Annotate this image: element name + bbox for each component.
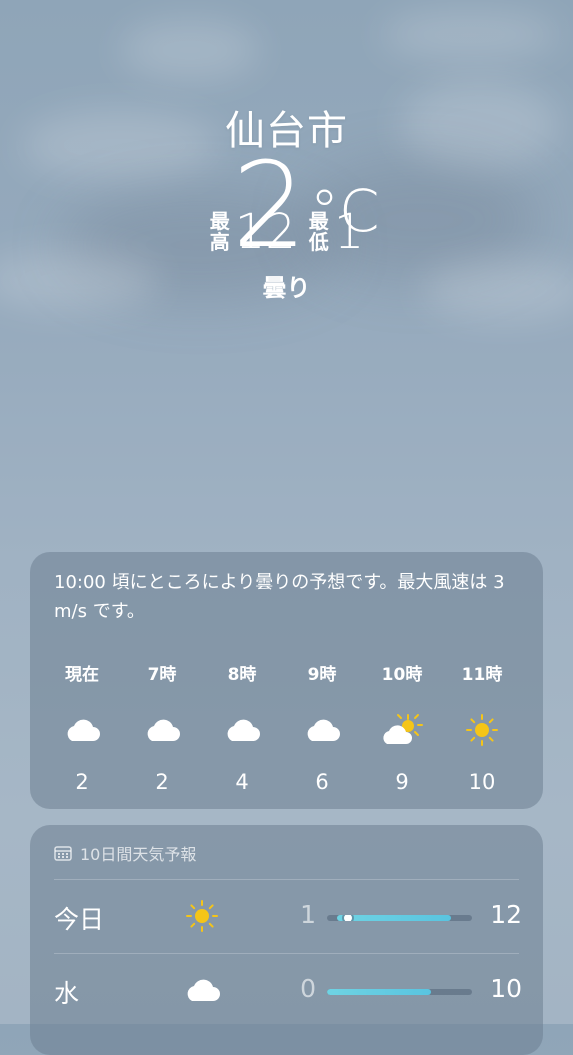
high-temperature: 最 高 12: [209, 208, 296, 256]
hour-temperature: 10: [468, 770, 496, 794]
hour-label: 9時: [307, 665, 337, 685]
day-name: 水: [54, 979, 80, 1008]
high-label: 最 高: [209, 211, 231, 253]
partly-cloudy-icon: [362, 710, 442, 750]
hour-label: 7時: [147, 665, 177, 685]
hour-item: 8時 4: [202, 660, 282, 800]
hour-temperature: 2: [155, 770, 169, 794]
hour-item: 11時 10: [442, 660, 522, 800]
hour-item: 現在 2: [42, 660, 122, 800]
temperature-range-fill: [337, 915, 452, 921]
high-label-bottom: 高: [209, 230, 230, 254]
hour-temperature: 6: [315, 770, 329, 794]
current-temperature-dot: [343, 915, 352, 921]
cloud-icon: [282, 710, 362, 750]
hour-label: 1: [522, 660, 543, 680]
daily-forecast-header: 10日間天気予報: [54, 841, 196, 865]
forecast-summary: 10:00 頃にところにより曇りの予想です。最大風速は 3 m/s です。: [54, 572, 505, 622]
sun-icon: [442, 710, 522, 750]
weather-condition: 曇り: [262, 274, 311, 302]
cloud-icon: [202, 710, 282, 750]
hourly-list[interactable]: 現在 2 7時 2 8時 4 9時 6 10時 9 11時 10: [42, 660, 543, 800]
high-label-top: 最: [209, 209, 230, 233]
temperature-range-bar: [327, 915, 472, 921]
day-high-temperature: 12: [490, 900, 522, 929]
hourly-forecast-card[interactable]: 10:00 頃にところにより曇りの予想です。最大風速は 3 m/s です。 現在…: [30, 552, 543, 809]
sun-icon: [180, 894, 224, 938]
hour-label: 現在: [65, 665, 99, 685]
low-label-top: 最: [308, 209, 329, 233]
day-row-wednesday[interactable]: 水 0 10: [30, 954, 543, 1026]
day-low-temperature: 1: [300, 900, 316, 929]
cloud-icon: [122, 710, 202, 750]
hour-label: 8時: [227, 665, 257, 685]
cloud-icon: [180, 968, 224, 1012]
hour-temperature: 4: [235, 770, 249, 794]
hour-temperature: 2: [75, 770, 89, 794]
low-label-bottom: 低: [308, 230, 329, 254]
hour-label: 10時: [381, 665, 423, 685]
daily-forecast-title: 10日間天気予報: [80, 845, 197, 864]
hour-item: 9時 6: [282, 660, 362, 800]
day-low-temperature: 0: [300, 974, 316, 1003]
hour-item: 1: [522, 660, 543, 800]
day-high-temperature: 10: [490, 974, 522, 1003]
low-temperature: 最 低 1: [308, 208, 365, 256]
temperature-range-bar: [327, 989, 472, 995]
high-low-temperatures: 最 高 12 最 低 1: [0, 208, 573, 256]
hour-temperature: 9: [395, 770, 409, 794]
day-row-today[interactable]: 今日 1 12: [30, 880, 543, 952]
hour-label: 11時: [461, 665, 503, 685]
daily-forecast-card[interactable]: 10日間天気予報 今日 1 12 水 0 10: [30, 825, 543, 1055]
low-value: 1: [333, 204, 365, 260]
low-label: 最 低: [308, 211, 330, 253]
sun-icon: [522, 710, 543, 750]
cloud-icon: [42, 710, 122, 750]
calendar-icon: [54, 845, 72, 861]
hour-item: 7時 2: [122, 660, 202, 800]
temperature-range-fill: [327, 989, 431, 995]
hour-item: 10時 9: [362, 660, 442, 800]
day-name: 今日: [54, 905, 105, 934]
high-value: 12: [234, 204, 296, 260]
